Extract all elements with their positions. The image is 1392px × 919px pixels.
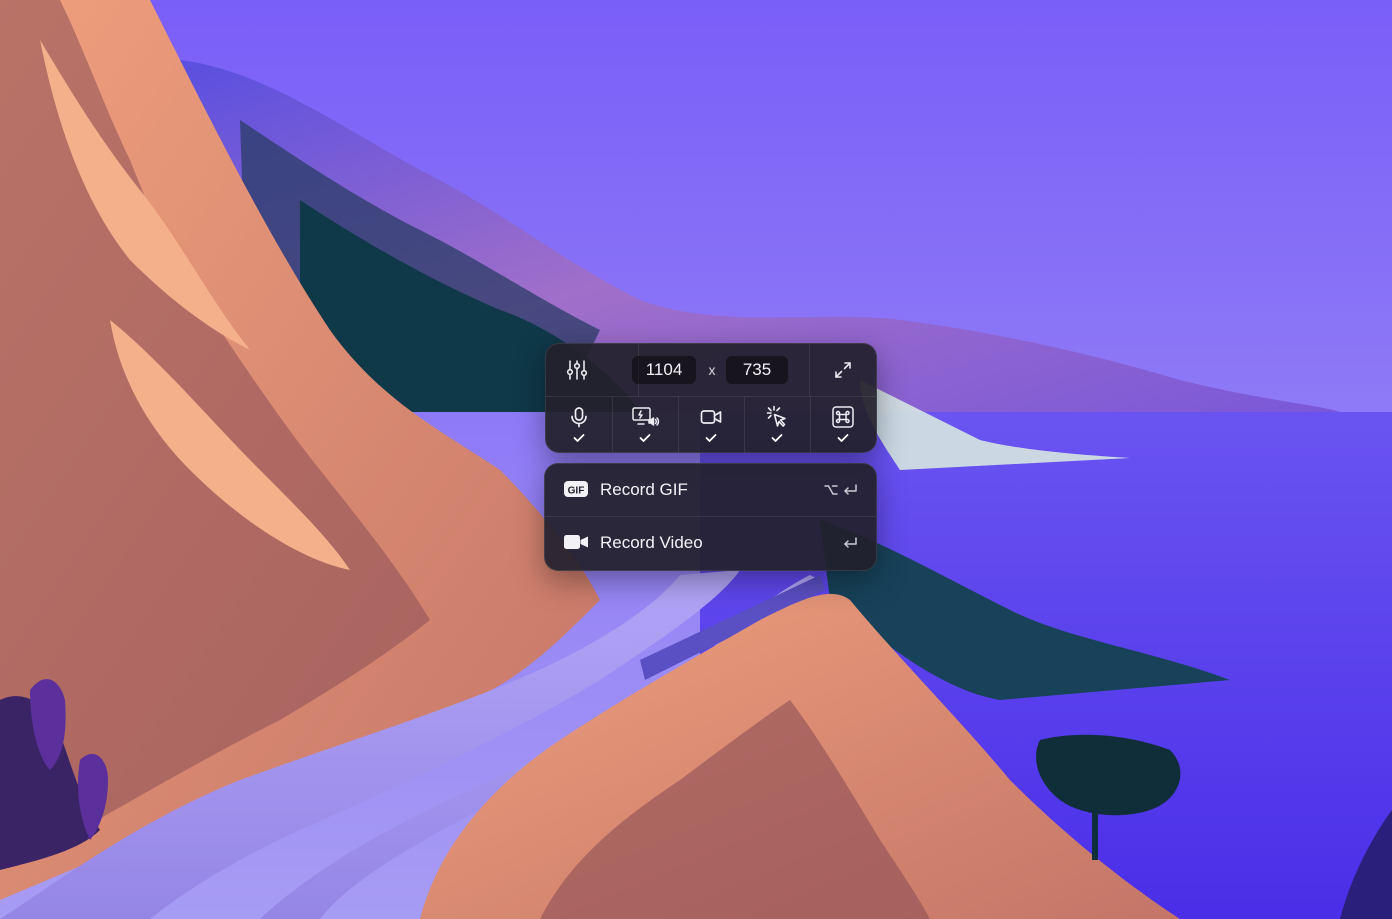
dimensions-row: 1104 x 735 <box>546 344 876 397</box>
dimension-separator: x <box>708 362 716 378</box>
checkmark-icon <box>639 434 651 442</box>
height-input[interactable]: 735 <box>726 356 788 384</box>
microphone-icon <box>571 407 587 428</box>
checkmark-icon <box>771 434 783 442</box>
checkmark-icon <box>705 434 717 442</box>
tool-toggles-row <box>546 397 876 452</box>
record-video-shortcut <box>842 533 858 553</box>
cursor-highlight-icon <box>766 405 786 427</box>
record-gif-shortcut <box>824 480 858 500</box>
capture-toolbar: 1104 x 735 <box>545 343 877 453</box>
keystrokes-toggle[interactable] <box>810 397 876 452</box>
video-camera-icon <box>564 535 588 549</box>
system-audio-icon <box>632 407 660 426</box>
desktop-wallpaper <box>0 0 1392 919</box>
sliders-icon <box>566 360 588 380</box>
checkmark-icon <box>573 434 585 442</box>
svg-text:GIF: GIF <box>568 486 585 497</box>
camera-toggle[interactable] <box>678 397 744 452</box>
return-key-icon <box>844 484 857 495</box>
fullscreen-button[interactable] <box>810 344 876 396</box>
gif-icon: GIF <box>564 481 588 497</box>
microphone-toggle[interactable] <box>546 397 612 452</box>
checkmark-icon <box>837 434 849 442</box>
record-video-item[interactable]: Record Video <box>545 517 876 569</box>
settings-button[interactable] <box>546 344 608 396</box>
system-audio-toggle[interactable] <box>612 397 678 452</box>
record-gif-label: Record GIF <box>600 480 688 499</box>
width-input[interactable]: 1104 <box>632 356 696 384</box>
option-key-icon <box>824 485 838 495</box>
keystrokes-icon <box>832 406 854 428</box>
expand-icon <box>835 362 851 378</box>
cursor-highlight-toggle[interactable] <box>744 397 810 452</box>
record-menu: GIF Record GIF Record Video <box>544 463 877 571</box>
return-key-icon <box>844 537 857 548</box>
record-gif-item[interactable]: GIF Record GIF <box>545 464 876 516</box>
camera-icon <box>700 410 722 424</box>
record-video-label: Record Video <box>600 533 703 552</box>
